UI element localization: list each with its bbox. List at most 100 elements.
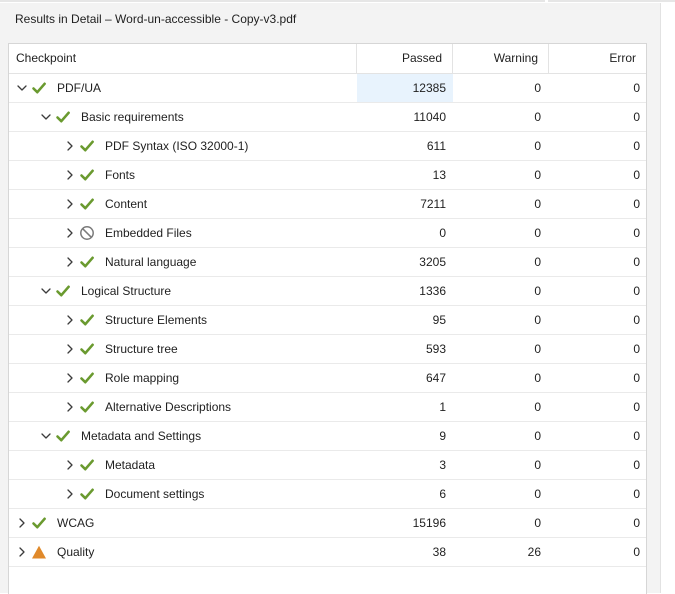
checkpoint-label: Role mapping (105, 371, 180, 385)
column-header-error[interactable]: Error (549, 44, 646, 73)
tree-row-basic-requirements[interactable]: Basic requirements 11040 0 0 (9, 103, 646, 132)
chevron-right-icon[interactable] (15, 545, 29, 559)
chevron-right-icon[interactable] (63, 255, 77, 269)
error-count: 0 (633, 429, 640, 443)
chevron-down-icon[interactable] (15, 81, 29, 95)
checkpoint-label: Document settings (105, 487, 205, 501)
check-icon (55, 283, 71, 299)
chevron-right-icon[interactable] (63, 197, 77, 211)
tree-row-quality[interactable]: Quality 38 26 0 (9, 538, 646, 567)
error-count: 0 (633, 371, 640, 385)
warning-icon (31, 544, 47, 560)
tree-row-metadata[interactable]: Metadata 3 0 0 (9, 451, 646, 480)
tree-row-role-mapping[interactable]: Role mapping 647 0 0 (9, 364, 646, 393)
column-header-passed[interactable]: Passed (357, 44, 453, 73)
error-count: 0 (633, 110, 640, 124)
top-strip-segment-left (0, 0, 545, 2)
warning-count: 0 (534, 197, 541, 211)
passed-count: 7211 (420, 197, 446, 211)
tree-row-pdf-syntax-iso-32000-1[interactable]: PDF Syntax (ISO 32000-1) 611 0 0 (9, 132, 646, 161)
passed-count: 647 (425, 371, 446, 385)
warning-count: 0 (534, 226, 541, 240)
window-title: Results in Detail – Word-un-accessible -… (15, 12, 297, 26)
checkpoint-label: Alternative Descriptions (105, 400, 232, 414)
chevron-right-icon[interactable] (63, 371, 77, 385)
passed-count: 12385 (412, 81, 446, 95)
passed-count: 15196 (412, 516, 446, 530)
warning-count: 0 (534, 81, 541, 95)
tree-row-fonts[interactable]: Fonts 13 0 0 (9, 161, 646, 190)
checkpoint-label: PDF Syntax (ISO 32000-1) (105, 139, 249, 153)
checkpoint-label: Basic requirements (81, 110, 184, 124)
chevron-right-icon[interactable] (63, 400, 77, 414)
passed-count: 95 (432, 313, 446, 327)
tree-row-structure-elements[interactable]: Structure Elements 95 0 0 (9, 306, 646, 335)
chevron-right-icon[interactable] (63, 342, 77, 356)
checkpoint-label: Structure Elements (105, 313, 208, 327)
error-count: 0 (633, 255, 640, 269)
passed-count: 3 (439, 458, 446, 472)
error-count: 0 (633, 81, 640, 95)
chevron-down-icon[interactable] (39, 110, 53, 124)
results-window: Results in Detail – Word-un-accessible -… (0, 3, 661, 594)
passed-count: 0 (439, 226, 446, 240)
checkpoint-label: Quality (57, 545, 95, 559)
warning-count: 0 (534, 168, 541, 182)
check-icon (79, 312, 95, 328)
chevron-right-icon[interactable] (15, 516, 29, 530)
check-icon (79, 341, 95, 357)
grid-header: Checkpoint Passed Warning Error (9, 44, 646, 74)
error-count: 0 (633, 313, 640, 327)
error-count: 0 (633, 284, 640, 298)
tree-row-structure-tree[interactable]: Structure tree 593 0 0 (9, 335, 646, 364)
chevron-right-icon[interactable] (63, 168, 77, 182)
check-icon (79, 138, 95, 154)
checkpoint-label: Content (105, 197, 148, 211)
chevron-right-icon[interactable] (63, 226, 77, 240)
error-count: 0 (633, 545, 640, 559)
warning-count: 0 (534, 342, 541, 356)
passed-count: 13 (432, 168, 446, 182)
warning-count: 0 (534, 110, 541, 124)
chevron-right-icon[interactable] (63, 139, 77, 153)
tree-row-alternative-descriptions[interactable]: Alternative Descriptions 1 0 0 (9, 393, 646, 422)
warning-count: 0 (534, 516, 541, 530)
error-count: 0 (633, 487, 640, 501)
error-count: 0 (633, 168, 640, 182)
check-icon (79, 370, 95, 386)
warning-count: 0 (534, 139, 541, 153)
checkpoint-label: Fonts (105, 168, 136, 182)
check-icon (79, 486, 95, 502)
chevron-right-icon[interactable] (63, 487, 77, 501)
checkpoint-label: Metadata and Settings (81, 429, 202, 443)
tree-row-natural-language[interactable]: Natural language 3205 0 0 (9, 248, 646, 277)
error-count: 0 (633, 226, 640, 240)
checkpoint-label: Metadata (105, 458, 156, 472)
warning-count: 0 (534, 429, 541, 443)
checkpoint-label: WCAG (57, 516, 95, 530)
tree-row-embedded-files[interactable]: Embedded Files 0 0 0 (9, 219, 646, 248)
passed-count: 9 (439, 429, 446, 443)
check-icon (55, 428, 71, 444)
chevron-down-icon[interactable] (39, 429, 53, 443)
passed-count: 6 (439, 487, 446, 501)
chevron-down-icon[interactable] (39, 284, 53, 298)
chevron-right-icon[interactable] (63, 458, 77, 472)
chevron-right-icon[interactable] (63, 313, 77, 327)
column-header-checkpoint[interactable]: Checkpoint (9, 44, 357, 73)
tree-row-wcag[interactable]: WCAG 15196 0 0 (9, 509, 646, 538)
passed-count: 593 (425, 342, 446, 356)
passed-count: 1336 (419, 284, 446, 298)
warning-count: 0 (534, 458, 541, 472)
warning-count: 0 (534, 313, 541, 327)
tree-row-content[interactable]: Content 7211 0 0 (9, 190, 646, 219)
error-count: 0 (633, 400, 640, 414)
tree-row-metadata-and-settings[interactable]: Metadata and Settings 9 0 0 (9, 422, 646, 451)
tree-row-document-settings[interactable]: Document settings 6 0 0 (9, 480, 646, 509)
tree-row-logical-structure[interactable]: Logical Structure 1336 0 0 (9, 277, 646, 306)
check-icon (79, 254, 95, 270)
tree-row-pdf-ua[interactable]: PDF/UA 12385 0 0 (9, 74, 646, 103)
check-icon (55, 109, 71, 125)
column-header-warning[interactable]: Warning (453, 44, 549, 73)
error-count: 0 (633, 458, 640, 472)
